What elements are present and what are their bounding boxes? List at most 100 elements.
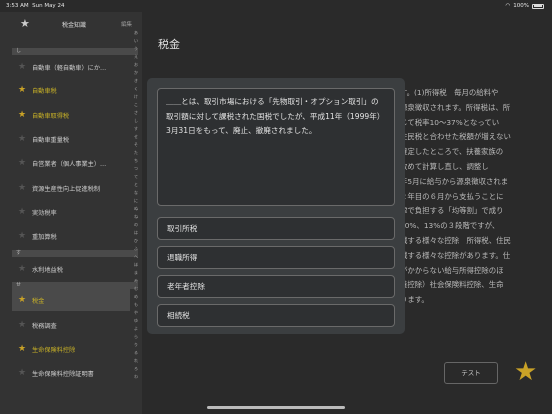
section-header-su: す — [12, 250, 138, 257]
article-line: 源泉徴収されます。所得税は、所 — [400, 102, 511, 112]
favorite-star-icon[interactable]: ★ — [514, 358, 537, 386]
star-icon[interactable]: ★ — [12, 207, 32, 217]
index-letter[interactable]: も — [134, 302, 138, 308]
index-letter[interactable]: ろ — [134, 366, 138, 372]
index-letter[interactable]: わ — [134, 374, 138, 380]
index-letter[interactable]: く — [134, 86, 138, 92]
star-icon[interactable]: ★ — [12, 264, 32, 274]
index-letter[interactable]: ね — [134, 214, 138, 220]
test-button[interactable]: テスト — [444, 362, 498, 384]
list-item-selected[interactable]: ★ 税金 — [12, 289, 130, 311]
index-letter[interactable]: め — [134, 294, 138, 300]
section-index-bar[interactable]: あいうえおかきくけこさしすせそたちつてとなにぬねのはひふへほまみむめもやゆよらり… — [132, 30, 140, 380]
index-letter[interactable]: お — [134, 62, 138, 68]
index-letter[interactable]: れ — [134, 358, 138, 364]
index-letter[interactable]: ゆ — [134, 318, 138, 324]
star-icon[interactable]: ★ — [12, 320, 32, 330]
index-letter[interactable]: こ — [134, 102, 138, 108]
index-letter[interactable]: へ — [134, 254, 138, 260]
list-item[interactable]: ★ 生命保険料控除証明書 — [12, 362, 130, 384]
sidebar-header: ★ 税金知識 編集 — [0, 16, 142, 32]
star-icon[interactable]: ★ — [12, 134, 32, 144]
favorites-star-icon[interactable]: ★ — [20, 17, 30, 30]
index-letter[interactable]: た — [134, 150, 138, 156]
list-item[interactable]: ★ 自動車重量税 — [12, 128, 130, 150]
index-letter[interactable]: き — [134, 78, 138, 84]
index-letter[interactable]: ふ — [134, 246, 138, 252]
index-letter[interactable]: の — [134, 222, 138, 228]
list-item[interactable]: ★ 実効税率 — [12, 201, 130, 223]
index-letter[interactable]: み — [134, 278, 138, 284]
choice-button[interactable]: 老年者控除 — [157, 275, 395, 298]
index-letter[interactable]: ひ — [134, 238, 138, 244]
list-item-label: 税務調査 — [32, 322, 57, 330]
list-item-label: 自動車税 — [32, 87, 57, 95]
star-icon[interactable]: ★ — [12, 62, 32, 72]
section-header-se: せ — [12, 282, 138, 289]
home-indicator[interactable] — [207, 406, 345, 409]
list-item[interactable]: ★ 自動車取得税 — [12, 104, 130, 126]
star-icon[interactable]: ★ — [12, 158, 32, 168]
list-item[interactable]: ★ 水利地益税 — [12, 258, 130, 280]
list-item-label: 生命保険料控除証明書 — [32, 370, 94, 378]
star-icon[interactable]: ★ — [12, 344, 32, 354]
star-icon[interactable]: ★ — [12, 110, 32, 120]
star-icon[interactable]: ★ — [12, 231, 32, 241]
index-letter[interactable]: あ — [134, 30, 138, 36]
index-letter[interactable]: る — [134, 350, 138, 356]
index-letter[interactable]: い — [134, 38, 138, 44]
index-letter[interactable]: む — [134, 286, 138, 292]
list-item-label: 重加算税 — [32, 233, 57, 241]
index-letter[interactable]: せ — [134, 134, 138, 140]
index-letter[interactable]: ち — [134, 158, 138, 164]
index-letter[interactable]: て — [134, 174, 138, 180]
list-item-label: 自動車重量税 — [32, 136, 70, 144]
index-letter[interactable]: う — [134, 46, 138, 52]
article-line: 年5月に給与から源泉徴収されま — [400, 176, 509, 186]
article-line: 10%、13%の３段階ですが、 — [400, 221, 500, 231]
list-item-label: 自動車取得税 — [32, 112, 70, 120]
choice-button[interactable]: 相続税 — [157, 304, 395, 327]
choice-button[interactable]: 退職所得 — [157, 246, 395, 269]
list-item[interactable]: ★ 自動車（軽自動車）にか… — [12, 56, 130, 78]
index-letter[interactable]: は — [134, 230, 138, 236]
choice-button[interactable]: 取引所税 — [157, 217, 395, 240]
star-icon[interactable]: ★ — [12, 183, 32, 193]
list-item[interactable]: ★ 税務調査 — [12, 314, 130, 336]
article-line: じて税率10〜37%となってい — [400, 117, 500, 127]
index-letter[interactable]: に — [134, 198, 138, 204]
star-icon[interactable]: ★ — [12, 85, 32, 95]
index-letter[interactable]: か — [134, 70, 138, 76]
index-letter[interactable]: け — [134, 94, 138, 100]
edit-button[interactable]: 編集 — [121, 20, 132, 28]
index-letter[interactable]: り — [134, 342, 138, 348]
list-item[interactable]: ★ 自営業者（個人事業主）… — [12, 152, 130, 174]
list-item-label: 実効税率 — [32, 209, 57, 217]
index-letter[interactable]: さ — [134, 110, 138, 116]
index-letter[interactable]: や — [134, 310, 138, 316]
index-letter[interactable]: し — [134, 118, 138, 124]
star-icon[interactable]: ★ — [12, 368, 32, 378]
list-item[interactable]: ★ 重加算税 — [12, 225, 130, 247]
index-letter[interactable]: な — [134, 190, 138, 196]
index-letter[interactable]: ほ — [134, 262, 138, 268]
list-item-label: 水利地益税 — [32, 266, 63, 274]
list-item-label: 資源生産性向上促進税制 — [32, 185, 101, 193]
list-item[interactable]: ★ 生命保険料控除 — [12, 338, 130, 360]
index-letter[interactable]: ぬ — [134, 206, 138, 212]
battery-percent: 100% — [513, 3, 529, 9]
index-letter[interactable]: つ — [134, 166, 138, 172]
star-icon[interactable]: ★ — [12, 295, 32, 305]
list-item[interactable]: ★ 資源生産性向上促進税制 — [12, 177, 130, 199]
article-line: ります。 — [400, 295, 429, 305]
index-letter[interactable]: す — [134, 126, 138, 132]
list-item[interactable]: ★ 自動車税 — [12, 79, 130, 101]
index-letter[interactable]: ら — [134, 334, 138, 340]
index-letter[interactable]: と — [134, 182, 138, 188]
index-letter[interactable]: え — [134, 54, 138, 60]
index-letter[interactable]: ま — [134, 270, 138, 276]
section-header-shi: し — [12, 48, 138, 55]
index-letter[interactable]: そ — [134, 142, 138, 148]
article-line: す。(1)所得税 毎月の給料や — [400, 88, 499, 97]
index-letter[interactable]: よ — [134, 326, 138, 332]
